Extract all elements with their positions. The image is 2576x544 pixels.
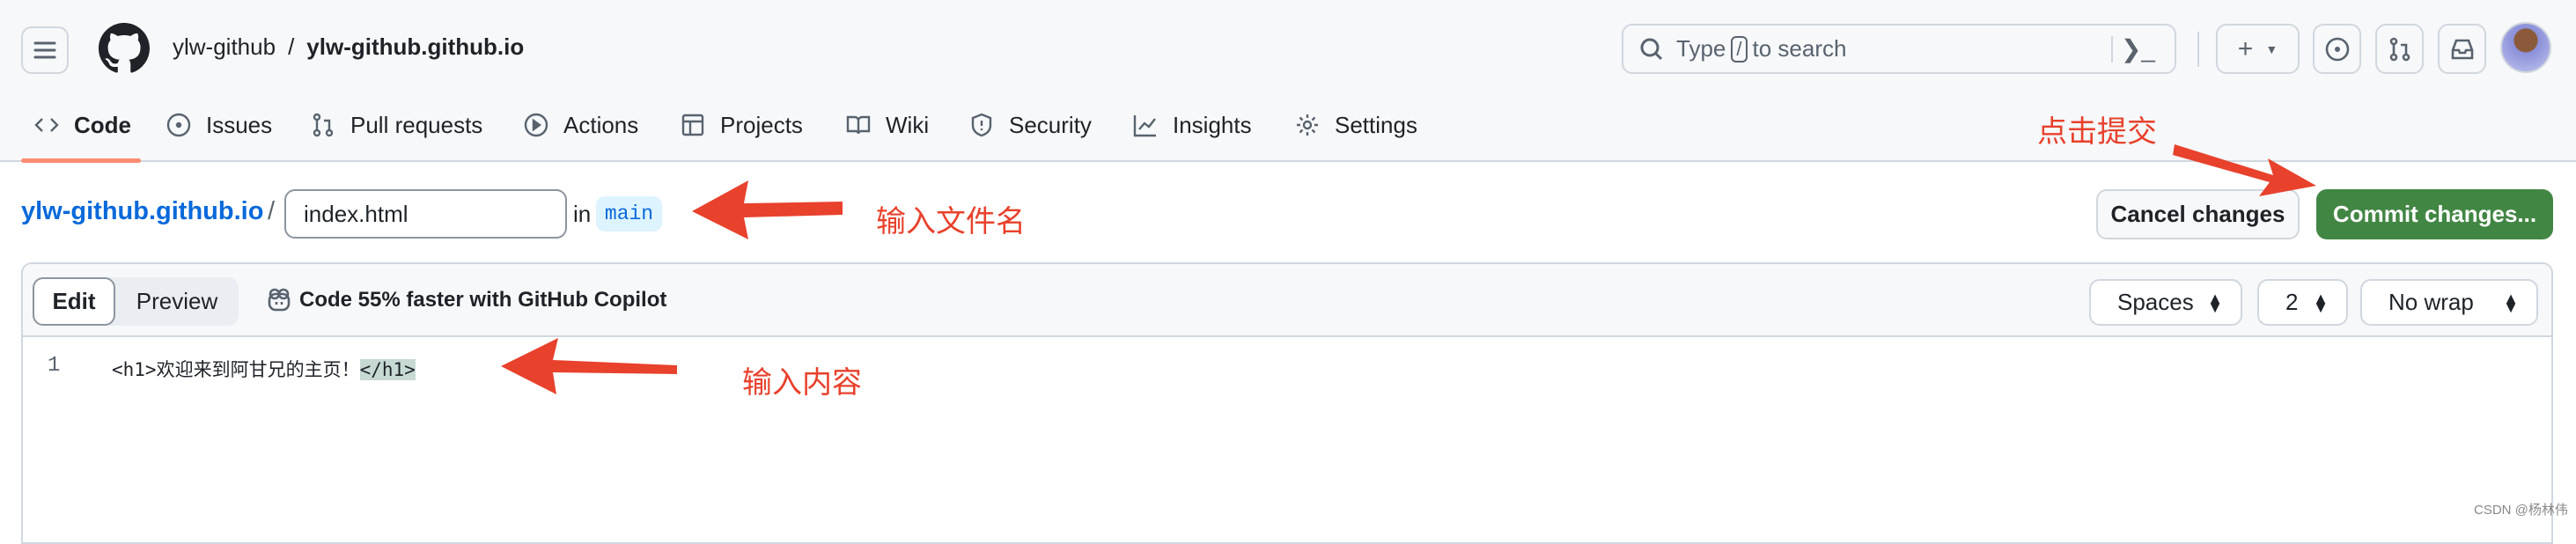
watermark: CSDN @杨林伟 xyxy=(2474,503,2568,518)
arrow-to-content-icon xyxy=(501,338,677,394)
annotation-arrows xyxy=(501,144,2316,394)
annotation-filename: 输入文件名 xyxy=(876,204,1026,239)
arrow-to-filename-icon xyxy=(692,180,843,239)
annotation-content: 输入内容 xyxy=(742,365,862,401)
annotation-commit: 点击提交 xyxy=(2037,114,2157,150)
arrow-to-commit-icon xyxy=(2173,144,2316,196)
